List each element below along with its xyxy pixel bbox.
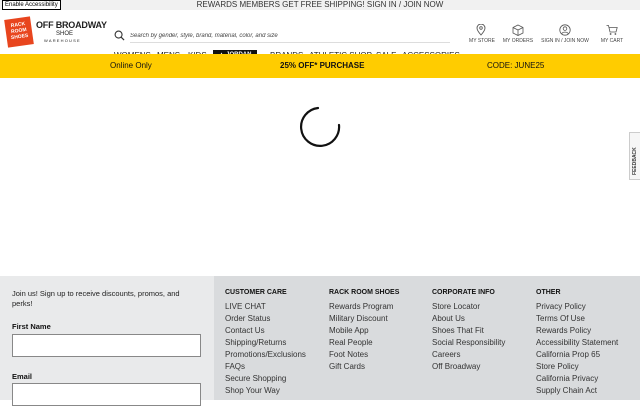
first-name-field[interactable] — [12, 334, 201, 357]
email-field[interactable] — [12, 383, 201, 406]
my-store-label: MY STORE — [469, 38, 495, 44]
footer-col-corporate: CORPORATE INFO Store Locator About Us Sh… — [432, 288, 505, 373]
footer-link-about-us[interactable]: About Us — [432, 313, 505, 325]
footer-link-off-broadway[interactable]: Off Broadway — [432, 361, 505, 373]
search-icon[interactable] — [114, 30, 125, 41]
first-name-label: First Name — [12, 322, 51, 331]
footer-link-shop-your-way[interactable]: Shop Your Way — [225, 385, 306, 397]
footer-link-gift-cards[interactable]: Gift Cards — [329, 361, 399, 373]
footer-link-secure-shopping[interactable]: Secure Shopping — [225, 373, 306, 385]
footer-link-live-chat[interactable]: LIVE CHAT — [225, 301, 306, 313]
cart-icon — [606, 25, 618, 35]
footer-link-faqs[interactable]: FAQs — [225, 361, 306, 373]
footer-link-store-locator[interactable]: Store Locator — [432, 301, 505, 313]
footer-heading: OTHER — [536, 289, 561, 296]
footer-heading: CUSTOMER CARE — [225, 289, 287, 296]
box-icon — [512, 24, 524, 36]
loading-spinner-icon — [300, 106, 341, 147]
feedback-label: FEEDBACK — [632, 147, 638, 175]
footer-link-foot-notes[interactable]: Foot Notes — [329, 349, 399, 361]
my-cart-label: MY CART — [600, 38, 624, 44]
footer-col-rack-room: RACK ROOM SHOES Rewards Program Military… — [329, 288, 399, 373]
newsletter-signup: Join us! Sign up to receive discounts, p… — [0, 276, 214, 406]
footer-link-military-discount[interactable]: Military Discount — [329, 313, 399, 325]
sign-in-link[interactable]: SIGN IN / JOIN NOW — [537, 24, 593, 44]
footer-link-careers[interactable]: Careers — [432, 349, 505, 361]
footer-heading: CORPORATE INFO — [432, 289, 495, 296]
logo-name[interactable]: OFF BROADWAY — [36, 21, 107, 30]
topbar-message[interactable]: REWARDS MEMBERS GET FREE SHIPPING! SIGN … — [197, 0, 444, 9]
search-input[interactable] — [130, 29, 450, 43]
my-orders-link[interactable]: MY ORDERS — [494, 24, 542, 44]
enable-accessibility-button[interactable]: Enable Accessibility — [2, 0, 61, 10]
signup-text: Join us! Sign up to receive discounts, p… — [12, 289, 180, 308]
logo-sub-shoe: SHOE — [56, 31, 74, 37]
site-footer: Join us! Sign up to receive discounts, p… — [0, 276, 640, 406]
promo-center: 25% OFF* PURCHASE — [280, 61, 365, 70]
footer-link-store-policy[interactable]: Store Policy — [536, 361, 618, 373]
footer-link-prop-65[interactable]: California Prop 65 — [536, 349, 618, 361]
footer-col-other: OTHER Privacy Policy Terms Of Use Reward… — [536, 288, 618, 397]
logo-sub-warehouse: WAREHOUSE — [44, 38, 81, 43]
footer-link-real-people[interactable]: Real People — [329, 337, 399, 349]
footer-link-social-responsibility[interactable]: Social Responsibility — [432, 337, 505, 349]
footer-link-accessibility[interactable]: Accessibility Statement — [536, 337, 618, 349]
promo-code: CODE: JUNE25 — [487, 61, 545, 70]
promo-left: Online Only — [110, 61, 152, 70]
footer-link-privacy-policy[interactable]: Privacy Policy — [536, 301, 618, 313]
promo-banner[interactable]: Online Only 25% OFF* PURCHASE CODE: JUNE… — [0, 54, 640, 78]
logo-badge[interactable]: RACK ROOM SHOES — [4, 16, 34, 48]
sign-in-label: SIGN IN / JOIN NOW — [541, 38, 589, 44]
footer-link-terms-of-use[interactable]: Terms Of Use — [536, 313, 618, 325]
footer-col-customer-care: CUSTOMER CARE LIVE CHAT Order Status Con… — [225, 288, 306, 397]
promo-topbar[interactable]: Enable Accessibility REWARDS MEMBERS GET… — [0, 0, 640, 10]
footer-link-shipping-returns[interactable]: Shipping/Returns — [225, 337, 306, 349]
site-header: RACK ROOM SHOES OFF BROADWAY SHOE WAREHO… — [0, 10, 640, 60]
footer-heading: RACK ROOM SHOES — [329, 289, 400, 296]
location-pin-icon — [476, 24, 486, 36]
footer-link-rewards-program[interactable]: Rewards Program — [329, 301, 399, 313]
my-orders-label: MY ORDERS — [502, 38, 534, 44]
footer-link-order-status[interactable]: Order Status — [225, 313, 306, 325]
feedback-tab[interactable]: FEEDBACK — [629, 132, 640, 180]
footer-link-shoes-that-fit[interactable]: Shoes That Fit — [432, 325, 505, 337]
email-label: Email — [12, 372, 33, 381]
my-cart-link[interactable]: MY CART — [588, 25, 636, 44]
user-icon — [559, 24, 571, 36]
footer-link-promotions[interactable]: Promotions/Exclusions — [225, 349, 306, 361]
footer-link-rewards-policy[interactable]: Rewards Policy — [536, 325, 618, 337]
footer-link-california-privacy[interactable]: California Privacy — [536, 373, 618, 385]
footer-link-contact-us[interactable]: Contact Us — [225, 325, 306, 337]
footer-link-mobile-app[interactable]: Mobile App — [329, 325, 399, 337]
footer-link-supply-chain[interactable]: Supply Chain Act — [536, 385, 618, 397]
